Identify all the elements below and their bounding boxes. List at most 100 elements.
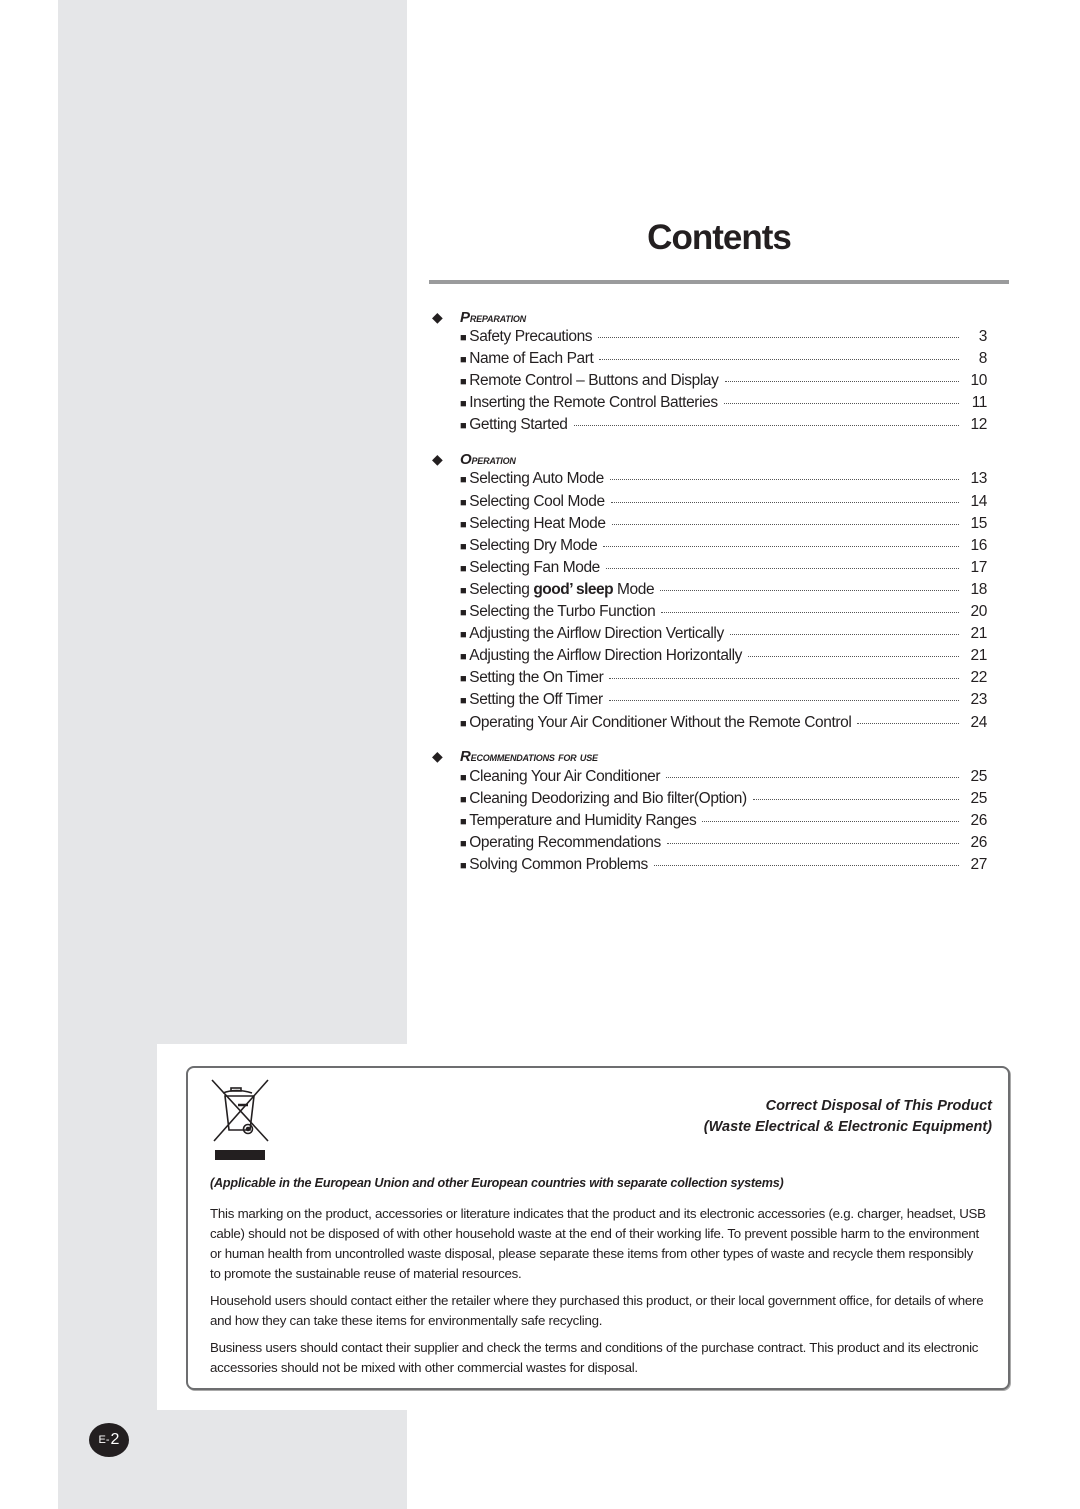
- square-bullet-icon: ■: [460, 376, 467, 389]
- square-bullet-icon: ■: [460, 496, 467, 509]
- dot-leader: [653, 864, 959, 866]
- gray-side-panel-middle: [58, 1044, 157, 1410]
- dot-leader: [599, 359, 959, 361]
- toc-entry-title: Operating Your Air Conditioner Without t…: [469, 713, 852, 731]
- dot-leader: [573, 425, 959, 427]
- toc-entry[interactable]: ■ Operating Recommendations 26: [432, 834, 987, 856]
- toc-entry-page: 22: [970, 669, 988, 687]
- square-bullet-icon: ■: [460, 673, 467, 686]
- diamond-bullet-icon: ◆: [432, 450, 443, 467]
- square-bullet-icon: ■: [460, 629, 467, 642]
- toc-entry-title: Adjusting the Airflow Direction Horizont…: [469, 647, 742, 665]
- toc-entry-title-suffix: Mode: [613, 580, 655, 598]
- diamond-bullet-icon: ◆: [432, 748, 443, 765]
- toc-entry[interactable]: ■ Safety Precautions 3: [432, 328, 987, 350]
- toc-entry-page: 18: [970, 580, 988, 598]
- toc-entry-page: 26: [970, 811, 988, 829]
- toc-entry-title: Selecting good’ sleep Mode: [469, 581, 654, 599]
- title-divider: [429, 280, 1009, 284]
- notice-paragraphs: This marking on the product, accessories…: [210, 1204, 986, 1385]
- toc-entry[interactable]: ■ Selecting the Turbo Function 20: [432, 603, 987, 625]
- square-bullet-icon: ■: [460, 771, 467, 784]
- dot-leader: [660, 589, 959, 591]
- toc-entry-page: 17: [970, 558, 988, 576]
- toc-entry-title: Getting Started: [469, 416, 568, 434]
- dot-leader: [611, 523, 959, 525]
- square-bullet-icon: ■: [460, 562, 467, 575]
- toc-entry-page: 25: [970, 789, 988, 807]
- square-bullet-icon: ■: [460, 332, 467, 344]
- toc-entry[interactable]: ■ Remote Control – Buttons and Display 10: [432, 372, 987, 394]
- square-bullet-icon: ■: [460, 607, 467, 620]
- toc-entry-title-prefix: Selecting: [469, 580, 534, 598]
- toc-entry-page: 13: [970, 470, 988, 488]
- toc-entry-title: Selecting the Turbo Function: [469, 603, 656, 621]
- toc-entry-page: 15: [970, 514, 988, 532]
- toc-entry[interactable]: ■ Setting the Off Timer 23: [432, 691, 987, 713]
- toc-entry[interactable]: ■ Selecting Auto Mode 13: [432, 470, 987, 492]
- toc-entry-title: Selecting Fan Mode: [469, 558, 600, 576]
- toc-section: ◆ Recommendations for use ■ Cleaning Your A…: [432, 746, 987, 878]
- dot-leader: [752, 798, 959, 800]
- toc-entry[interactable]: ■ Cleaning Deodorizing and Bio filter(Opt…: [432, 790, 987, 812]
- toc-entry-title: Setting the Off Timer: [469, 691, 603, 709]
- square-bullet-icon: ■: [460, 518, 467, 531]
- dot-leader: [610, 501, 959, 503]
- toc-entry[interactable]: ■ Operating Your Air Conditioner Without …: [432, 714, 987, 736]
- toc-entry[interactable]: ■ Selecting Dry Mode 16: [432, 537, 987, 559]
- dot-leader: [666, 842, 959, 844]
- toc-entry-page: 14: [970, 492, 988, 510]
- toc-entry[interactable]: ■ Temperature and Humidity Ranges 26: [432, 812, 987, 834]
- dot-leader: [609, 678, 959, 680]
- toc-entry[interactable]: ■ Selecting good’ sleep Mode 18: [432, 581, 987, 603]
- dot-leader: [723, 403, 959, 405]
- square-bullet-icon: ■: [460, 695, 467, 708]
- dot-leader: [609, 479, 959, 481]
- toc-entry[interactable]: ■ Getting Started 12: [432, 416, 987, 438]
- weee-crossed-bin-icon: [210, 1078, 270, 1164]
- notice-paragraph: This marking on the product, accessories…: [210, 1206, 986, 1281]
- toc-entry[interactable]: ■ Selecting Cool Mode 14: [432, 493, 987, 515]
- toc-entry-page: 25: [970, 767, 988, 785]
- toc-entry[interactable]: ■ Setting the On Timer 22: [432, 669, 987, 691]
- notice-paragraph: Household users should contact either th…: [210, 1293, 984, 1328]
- toc-entry[interactable]: ■ Name of Each Part 8: [432, 350, 987, 372]
- square-bullet-icon: ■: [460, 837, 467, 850]
- dot-leader: [666, 776, 959, 778]
- toc-entry-title: Selecting Auto Mode: [469, 470, 604, 488]
- toc-entry-title: Temperature and Humidity Ranges: [469, 811, 697, 829]
- toc-entry[interactable]: ■ Inserting the Remote Control Batteries 1…: [432, 394, 987, 416]
- toc-entry[interactable]: ■ Selecting Fan Mode 17: [432, 559, 987, 581]
- disposal-notice-box: Correct Disposal of This Product (Waste …: [186, 1066, 1010, 1390]
- square-bullet-icon: ■: [460, 793, 467, 806]
- toc-section-label: Recommendations for use: [460, 748, 598, 766]
- toc-entry-title: Selecting Dry Mode: [469, 536, 598, 554]
- toc-entry-page: 21: [970, 625, 988, 643]
- dot-leader: [598, 337, 959, 338]
- toc-entry[interactable]: ■ Adjusting the Airflow Direction Vertica…: [432, 625, 987, 647]
- dot-leader: [608, 700, 959, 702]
- page-number: 2: [110, 1431, 120, 1448]
- toc-section-heading: ◆ Preparation: [432, 306, 987, 328]
- dot-leader: [747, 656, 959, 658]
- table-of-contents: ◆ Preparation ■ Safety Precautions 3 ■ Name of…: [432, 306, 987, 888]
- toc-entry-title: Cleaning Your Air Conditioner: [469, 767, 661, 785]
- diamond-bullet-icon: ◆: [432, 308, 443, 325]
- toc-entry-page: 21: [970, 647, 988, 665]
- toc-entry[interactable]: ■ Cleaning Your Air Conditioner 25: [432, 768, 987, 790]
- toc-entry[interactable]: ■ Selecting Heat Mode 15: [432, 515, 987, 537]
- toc-entry[interactable]: ■ Solving Common Problems 27: [432, 856, 987, 878]
- applicable-note: (Applicable in the European Union and ot…: [210, 1176, 784, 1190]
- toc-section: ◆ Preparation ■ Safety Precautions 3 ■ Name of…: [432, 306, 987, 438]
- toc-entry-page: 11: [971, 394, 988, 412]
- dot-leader: [724, 381, 959, 383]
- square-bullet-icon: ■: [460, 420, 467, 433]
- toc-section-heading: ◆ Recommendations for use: [432, 746, 987, 768]
- page-title: Contents: [647, 218, 792, 257]
- toc-entry-title: Cleaning Deodorizing and Bio filter(Opti…: [469, 789, 747, 807]
- toc-entry-title: Selecting Heat Mode: [469, 514, 606, 532]
- toc-entry[interactable]: ■ Adjusting the Airflow Direction Horizon…: [432, 647, 987, 669]
- square-bullet-icon: ■: [460, 651, 467, 664]
- square-bullet-icon: ■: [460, 474, 467, 487]
- square-bullet-icon: ■: [460, 540, 467, 553]
